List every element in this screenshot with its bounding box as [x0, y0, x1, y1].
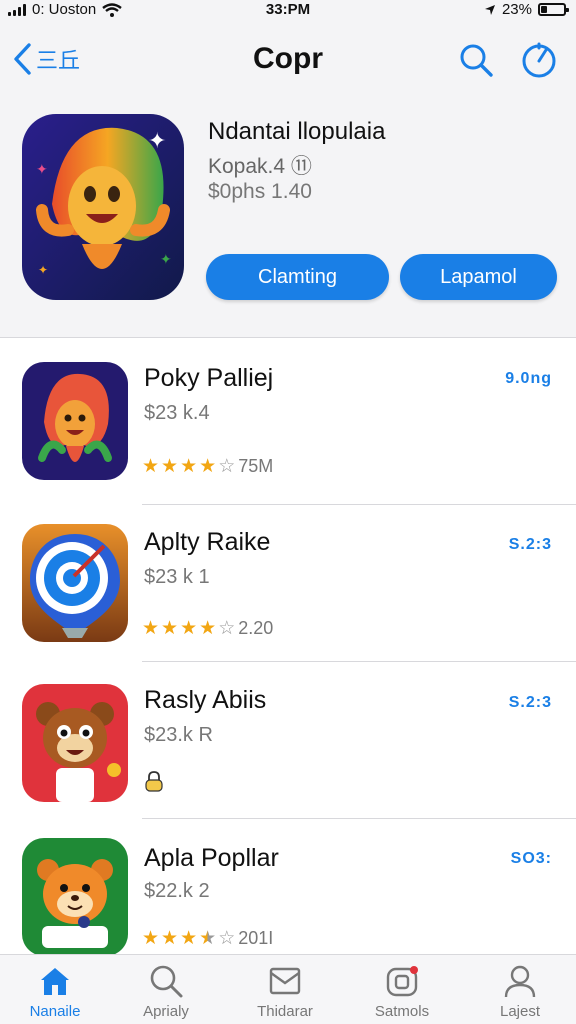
star-icon: ★	[142, 928, 160, 949]
target-pin-icon	[22, 524, 128, 642]
star-icon: ★	[180, 928, 198, 949]
list-item[interactable]: Aplty Raike $23 k 1 ★ ★ ★ ★ ☆ 2.20 S.2:3	[0, 504, 576, 664]
app-name: Rasly Abiis	[144, 686, 267, 714]
mascot-flame-icon	[22, 362, 128, 480]
battery-icon	[538, 3, 569, 16]
search-icon	[150, 965, 183, 998]
get-button[interactable]: 9.0ng	[505, 370, 552, 388]
app-price: $23.k R	[144, 724, 213, 746]
rating-count: 201I	[238, 928, 274, 948]
list-item[interactable]: Poky Palliej $23 k.4 ★ ★ ★ ★ ☆ 75M 9.0ng	[0, 338, 576, 505]
home-icon	[41, 968, 69, 995]
rating-count: 2.20	[238, 618, 274, 638]
star-outline-icon: ☆	[218, 618, 236, 639]
app-price: $22.k 2	[144, 880, 210, 902]
app-name: Apla Popllar	[144, 844, 279, 872]
tab-label: Aprialy	[143, 1003, 189, 1020]
app-name: Aplty Raike	[144, 528, 271, 556]
star-rating: ★ ★ ★ ★ ☆ 201I	[142, 928, 273, 949]
tab-label: Nanaile	[29, 1003, 81, 1020]
tab-label: Lajest	[499, 1003, 541, 1020]
tab-profile[interactable]: Lajest	[465, 963, 575, 1020]
person-icon	[504, 965, 536, 998]
get-button[interactable]: S.2:3	[509, 694, 552, 712]
star-icon: ★	[180, 456, 198, 477]
get-button[interactable]: S.2:3	[509, 536, 552, 554]
bear-mascot-icon	[22, 684, 128, 802]
app-price: $23 k.4	[144, 402, 210, 424]
search-icon[interactable]	[458, 42, 494, 78]
tab-games[interactable]: Satmols	[347, 963, 457, 1020]
games-icon	[386, 966, 418, 997]
rating-count: 75M	[238, 456, 274, 476]
svg-text:✦: ✦	[38, 263, 48, 277]
featured-app-card: ✦ ✦ ✦ ✦ Ndantai llopulaia Kopak.4 ⑪ $0ph…	[0, 102, 576, 338]
tab-label: Satmols	[374, 1003, 430, 1020]
tab-bar: Nanaile Aprialy Thidarar Satmols Lajest	[0, 954, 576, 1024]
tab-home[interactable]: Nanaile	[0, 963, 110, 1020]
featured-app-title: Ndantai llopulaia	[208, 118, 386, 145]
tab-label: Thidarar	[257, 1003, 313, 1020]
battery-percent: 23%	[501, 1, 532, 18]
star-outline-icon: ☆	[218, 928, 236, 949]
star-icon: ★	[161, 928, 179, 949]
featured-app-icon[interactable]: ✦ ✦ ✦ ✦	[22, 114, 184, 300]
featured-primary-button[interactable]: Clamting	[206, 254, 389, 300]
star-icon: ★	[142, 618, 160, 639]
star-icon: ★	[161, 456, 179, 477]
fox-mascot-icon	[22, 838, 128, 956]
svg-text:✦: ✦	[148, 129, 166, 154]
star-icon: ★	[161, 618, 179, 639]
star-outline-icon: ☆	[218, 456, 236, 477]
svg-text:✦: ✦	[160, 252, 172, 268]
star-half-icon: ★	[199, 928, 217, 949]
star-rating: ★ ★ ★ ★ ☆ 2.20	[142, 618, 273, 639]
get-button[interactable]: SO3:	[511, 850, 552, 868]
star-icon: ★	[199, 456, 217, 477]
status-bar: 0: Uoston 33:PM 23%	[0, 0, 576, 22]
lock-icon	[145, 771, 163, 792]
star-rating: ★ ★ ★ ★ ☆ 75M	[142, 456, 273, 477]
star-icon: ★	[180, 618, 198, 639]
star-icon: ★	[199, 618, 217, 639]
featured-secondary-button[interactable]: Lapamol	[400, 254, 557, 300]
tab-inbox[interactable]: Thidarar	[230, 963, 340, 1020]
featured-app-subtitle: Kopak.4 ⑪	[208, 155, 312, 178]
tab-search[interactable]: Aprialy	[111, 963, 221, 1020]
navigation-bar: 三丘 Copr	[0, 22, 576, 102]
list-item[interactable]: Rasly Abiis $23.k R S.2:3	[0, 662, 576, 822]
star-icon: ★	[142, 456, 160, 477]
compass-icon[interactable]	[521, 42, 557, 78]
featured-app-price: $0phs 1.40	[208, 180, 312, 203]
inbox-icon	[269, 967, 301, 995]
app-price: $23 k 1	[144, 566, 210, 588]
location-arrow-icon	[484, 4, 495, 15]
svg-text:✦: ✦	[36, 162, 48, 178]
app-name: Poky Palliej	[144, 364, 274, 392]
